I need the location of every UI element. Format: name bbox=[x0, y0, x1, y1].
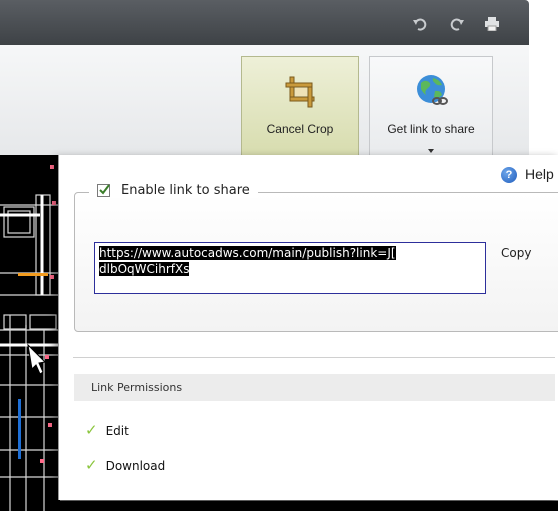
undo-icon[interactable] bbox=[412, 17, 428, 31]
title-bar bbox=[0, 0, 529, 45]
print-icon[interactable] bbox=[484, 17, 500, 31]
permission-download[interactable]: ✓ Download bbox=[85, 456, 165, 474]
cancel-crop-label: Cancel Crop bbox=[266, 122, 334, 136]
share-link-panel: ? Help Enable link to share https://www.a… bbox=[58, 155, 558, 500]
divider bbox=[73, 357, 555, 358]
permission-edit-label: Edit bbox=[105, 424, 129, 438]
check-icon: ✓ bbox=[85, 456, 98, 474]
copy-button[interactable]: Copy bbox=[501, 246, 531, 260]
help-label: Help bbox=[525, 166, 554, 182]
checkmark-icon bbox=[99, 184, 110, 195]
enable-link-toggle[interactable]: Enable link to share bbox=[89, 183, 258, 198]
get-link-button[interactable]: Get link to share bbox=[369, 56, 493, 156]
redo-icon[interactable] bbox=[449, 17, 465, 31]
share-url-line2: dlbOqWCihrfXs bbox=[99, 262, 190, 276]
window-edge bbox=[529, 0, 558, 155]
permission-edit[interactable]: ✓ Edit bbox=[85, 421, 129, 439]
permission-download-label: Download bbox=[105, 459, 166, 473]
enable-link-group: Enable link to share https://www.autocad… bbox=[74, 183, 558, 332]
check-icon: ✓ bbox=[85, 421, 98, 439]
enable-link-checkbox[interactable] bbox=[97, 184, 110, 197]
help-icon: ? bbox=[501, 167, 517, 184]
dropdown-caret-icon bbox=[428, 149, 434, 153]
crop-icon bbox=[285, 76, 315, 108]
get-link-label: Get link to share bbox=[387, 122, 475, 136]
hand-cursor-icon bbox=[27, 343, 47, 375]
share-url-line1: https://www.autocadws.com/main/publish?l… bbox=[99, 246, 396, 260]
link-permissions-header: Link Permissions bbox=[74, 374, 555, 401]
help-link[interactable]: ? Help bbox=[501, 166, 554, 184]
globe-link-icon bbox=[417, 75, 448, 105]
share-url-field[interactable]: https://www.autocadws.com/main/publish?l… bbox=[94, 242, 486, 294]
cancel-crop-button[interactable]: Cancel Crop bbox=[241, 56, 359, 156]
ribbon-toolbar: Cancel Crop Get link to share bbox=[0, 45, 529, 156]
enable-link-label: Enable link to share bbox=[121, 183, 250, 198]
